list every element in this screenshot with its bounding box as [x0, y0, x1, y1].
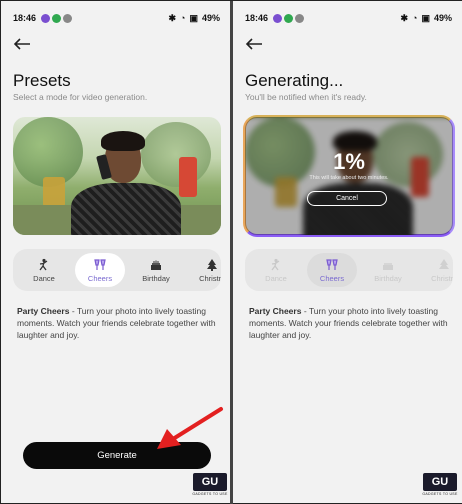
source-photo	[13, 117, 221, 235]
presets-screen: 18:46 ✱ ◔ ▣ 49% Presets Select a mode fo…	[1, 1, 230, 503]
birthday-cake-icon	[151, 260, 161, 270]
description-title: Party Cheers	[249, 306, 302, 316]
back-arrow-icon[interactable]	[13, 37, 31, 51]
mode-birthday: Birthday	[363, 253, 413, 287]
generating-screen: 18:46 ✱ ◔ ▣ 49% Generating... You'll be …	[233, 1, 462, 503]
mode-cheers: Cheers	[307, 253, 357, 287]
mode-selector: Dance Cheers Birthday Christm	[13, 249, 221, 291]
mode-label: Cheers	[319, 273, 345, 283]
christmas-tree-icon	[439, 258, 449, 269]
mode-label: Dance	[33, 273, 55, 283]
cheers-icon	[94, 258, 106, 270]
christmas-tree-icon	[207, 258, 217, 271]
generating-preview: 1% This will take about two minutes. Can…	[245, 117, 453, 235]
page-title: Generating...	[245, 71, 344, 90]
progress-percent: 1%	[333, 149, 365, 174]
mode-cheers[interactable]: Cheers	[75, 253, 125, 287]
logo-mark: GU	[423, 473, 457, 491]
mode-label: Dance	[265, 273, 287, 283]
mode-label: Christm	[431, 273, 453, 283]
wifi-icon: ◔	[180, 13, 186, 23]
mode-label: Christm	[199, 273, 221, 283]
wifi-icon: ◔	[412, 13, 418, 23]
whatsapp-icon	[52, 13, 62, 23]
mode-birthday[interactable]: Birthday	[131, 253, 181, 287]
description-title: Party Cheers	[17, 306, 70, 316]
mode-description: Party Cheers - Turn your photo into live…	[249, 305, 449, 341]
birthday-cake-icon	[383, 262, 393, 270]
status-time: 18:46	[245, 13, 269, 23]
mode-dance[interactable]: Dance	[19, 253, 69, 287]
cancel-button[interactable]: Cancel	[307, 191, 387, 206]
status-bar: 18:46 ✱ ◔ ▣ 49%	[245, 11, 452, 25]
notification-icon	[41, 13, 51, 23]
whatsapp-icon	[284, 13, 294, 23]
dance-icon	[39, 258, 48, 270]
page-title: Presets	[13, 71, 71, 90]
battery-icon: ▣	[189, 12, 198, 23]
annotation-arrow-icon	[157, 407, 223, 449]
mode-label: Birthday	[142, 273, 170, 283]
mode-label: Birthday	[374, 273, 402, 283]
bluetooth-icon: ✱	[168, 12, 177, 23]
mode-christmas: Christm	[419, 253, 453, 287]
battery-percent: 49%	[201, 13, 220, 23]
logo-mark: GU	[193, 473, 227, 491]
mode-dance: Dance	[251, 253, 301, 287]
status-time: 18:46	[13, 13, 37, 23]
dance-icon	[271, 258, 280, 270]
mode-christmas[interactable]: Christm	[187, 253, 221, 287]
screenshot-canvas: 18:46 ✱ ◔ ▣ 49% Presets Select a mode fo…	[0, 0, 462, 504]
battery-icon: ▣	[421, 12, 430, 23]
watermark-logo: GU GADGETS TO USE	[421, 473, 459, 501]
status-bar: 18:46 ✱ ◔ ▣ 49%	[13, 11, 220, 25]
watermark-logo: GU GADGETS TO USE	[191, 473, 229, 501]
bluetooth-icon: ✱	[400, 12, 409, 23]
page-subtitle: You'll be notified when it's ready.	[245, 92, 367, 102]
logo-caption: GADGETS TO USE	[192, 492, 228, 496]
mode-label: Cheers	[87, 273, 113, 283]
page-subtitle: Select a mode for video generation.	[13, 92, 148, 102]
notification-icon	[273, 13, 283, 23]
battery-percent: 49%	[433, 13, 452, 23]
mode-selector: Dance Cheers Birthday Christm	[245, 249, 453, 291]
back-arrow-icon[interactable]	[245, 37, 263, 51]
dot-icon	[295, 13, 305, 23]
mode-description: Party Cheers - Turn your photo into live…	[17, 305, 217, 341]
logo-caption: GADGETS TO USE	[422, 492, 458, 496]
progress-note: This will take about two minutes.	[309, 175, 389, 181]
dot-icon	[63, 13, 73, 23]
cheers-icon	[326, 258, 338, 270]
